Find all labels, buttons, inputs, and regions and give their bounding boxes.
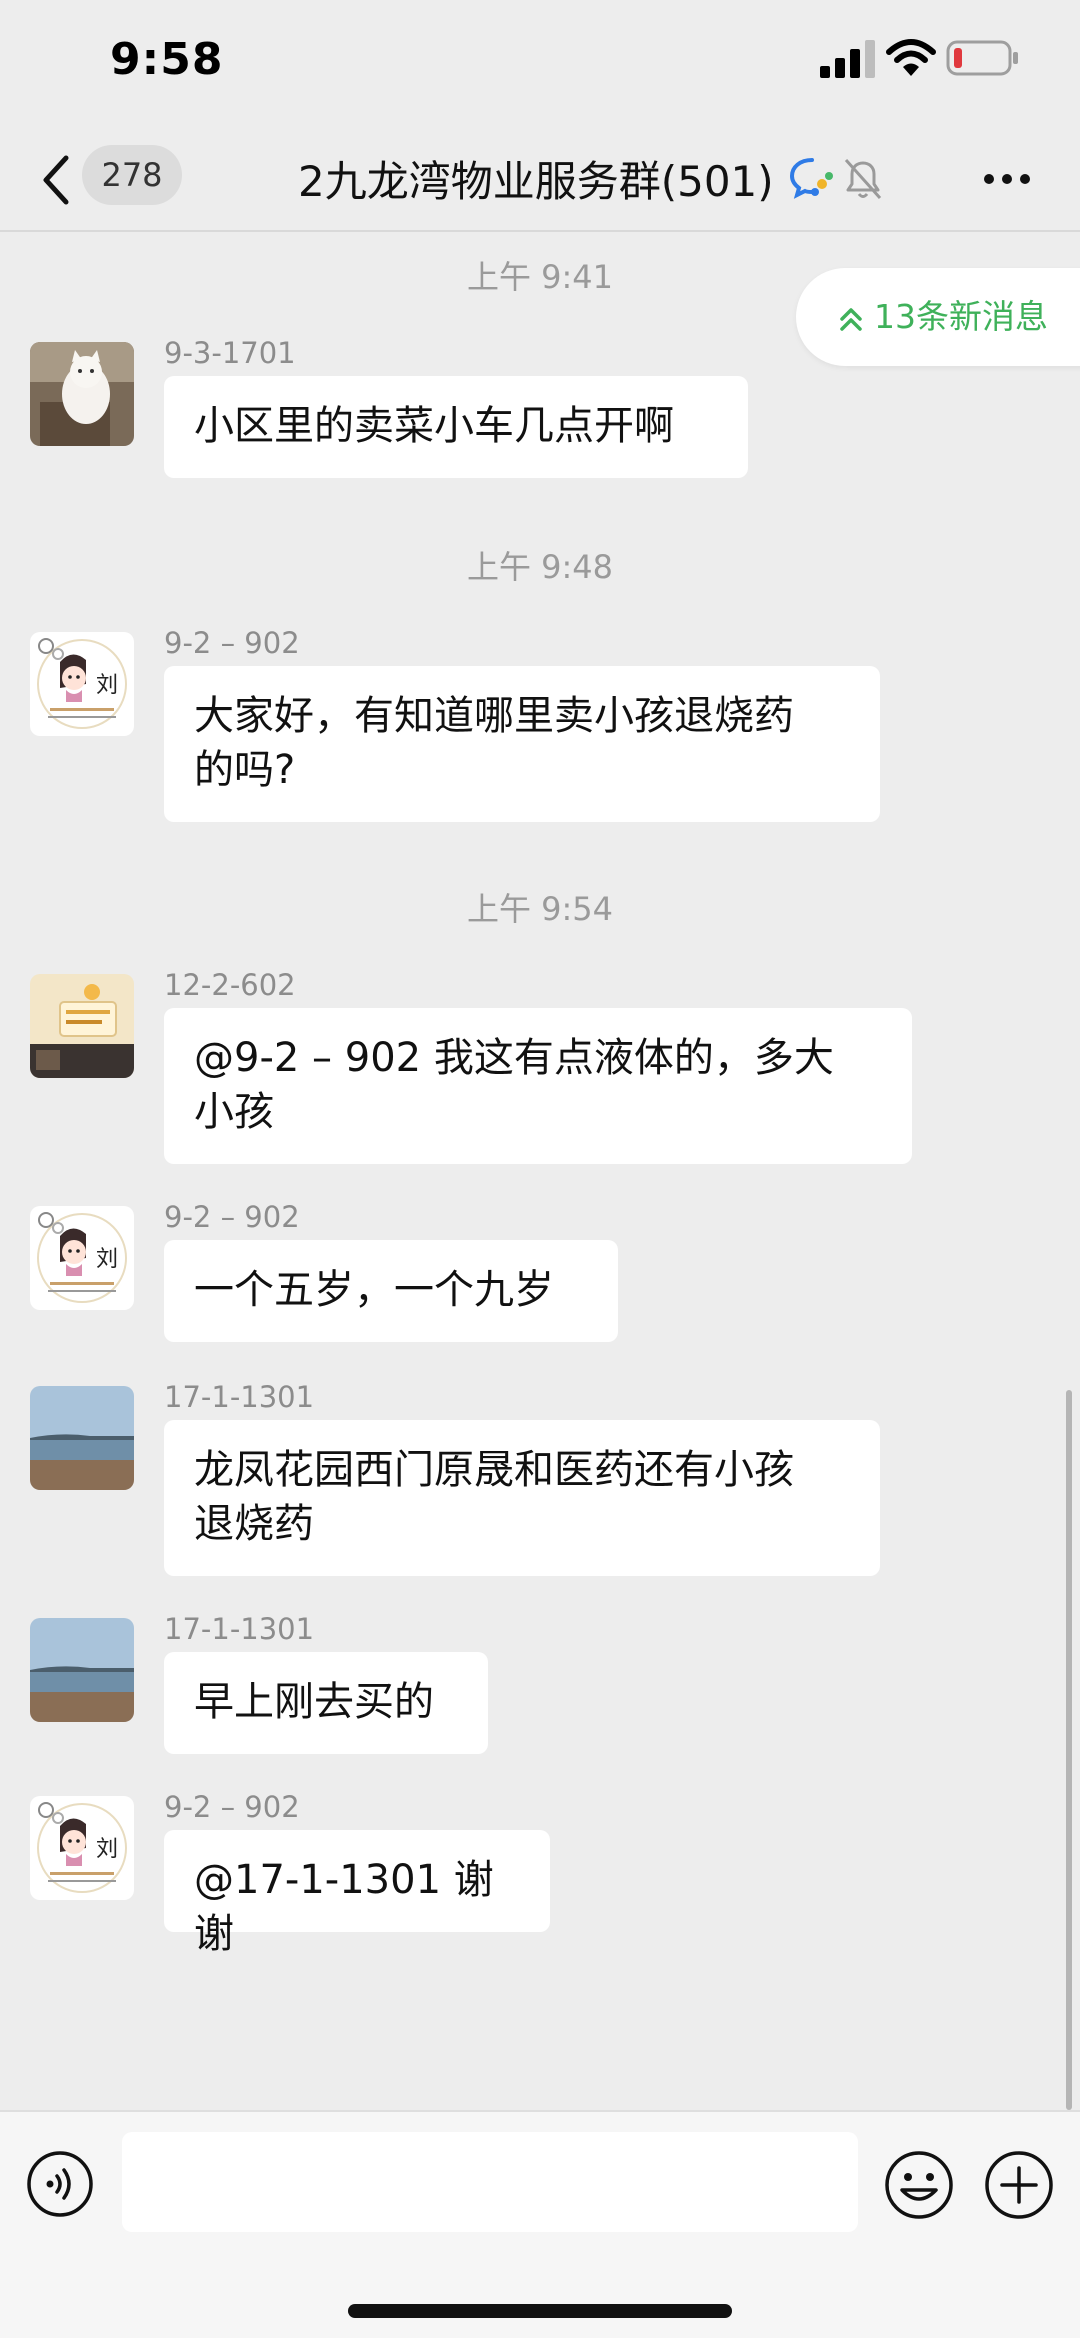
- message-text: 小孩: [194, 1089, 274, 1135]
- message-text: 龙凤花园西门原晟和医药还有小孩: [194, 1447, 794, 1493]
- message-text: 的吗?: [194, 747, 296, 793]
- unread-count-badge[interactable]: 278: [82, 145, 182, 205]
- message-bubble[interactable]: 一个五岁，一个九岁: [164, 1240, 618, 1342]
- seaside-avatar[interactable]: [30, 1386, 134, 1490]
- status-time: 9:58: [110, 34, 224, 85]
- message-bubble[interactable]: @17-1-1301 谢谢: [164, 1830, 550, 1957]
- message-bubble[interactable]: 大家好，有知道哪里卖小孩退烧药 的吗?: [164, 666, 880, 822]
- back-icon[interactable]: [36, 150, 76, 210]
- voice-icon[interactable]: [26, 2150, 94, 2218]
- seaside-avatar[interactable]: [30, 1618, 134, 1722]
- message-text: @17-1-1301 谢谢: [194, 1857, 494, 1957]
- sender-name: 9-2 – 902: [164, 1200, 300, 1234]
- plus-icon[interactable]: [984, 2150, 1054, 2220]
- new-messages-label: 13条新消息: [874, 297, 1048, 336]
- sender-name: 9-2 – 902: [164, 626, 300, 660]
- wifi-icon: [886, 39, 936, 76]
- double-chevron-up-icon: [840, 307, 862, 331]
- cartoon-girl-avatar[interactable]: 刘: [30, 1796, 134, 1900]
- svg-text:刘: 刘: [96, 1837, 118, 1862]
- message-bubble[interactable]: 小区里的卖菜小车几点开啊: [164, 376, 748, 478]
- signal-icon: [820, 40, 875, 78]
- cartoon-girl-avatar[interactable]: 刘: [30, 632, 134, 736]
- sender-name: 17-1-1301: [164, 1612, 315, 1646]
- message-text: @9-2 – 902 我这有点液体的，多大: [194, 1035, 834, 1081]
- svg-text:刘: 刘: [96, 1247, 118, 1272]
- photo-avatar[interactable]: [30, 974, 134, 1078]
- sender-name: 17-1-1301: [164, 1380, 315, 1414]
- message-bubble[interactable]: @9-2 – 902 我这有点液体的，多大 小孩: [164, 1008, 912, 1164]
- message-text: 早上刚去买的: [194, 1679, 434, 1725]
- mute-bell-icon: [844, 158, 882, 200]
- wecom-icon: [789, 158, 833, 199]
- scrollbar[interactable]: [1066, 1390, 1072, 2110]
- timestamp: 上午 9:48: [466, 548, 614, 586]
- message-bubble[interactable]: 龙凤花园西门原晟和医药还有小孩 退烧药: [164, 1420, 880, 1576]
- cat-avatar[interactable]: [30, 342, 134, 446]
- status-bar: 9:58: [0, 0, 1080, 120]
- message-bubble[interactable]: 早上刚去买的: [164, 1652, 488, 1754]
- home-indicator: [348, 2304, 732, 2318]
- message-text: 退烧药: [194, 1501, 314, 1547]
- message-text: 一个五岁，一个九岁: [194, 1267, 554, 1313]
- chat-title: 2九龙湾物业服务群(501): [298, 157, 774, 206]
- sender-name: 12-2-602: [164, 968, 296, 1002]
- new-messages-button[interactable]: 13条新消息: [796, 268, 1080, 366]
- message-input[interactable]: [122, 2132, 858, 2232]
- battery-low-icon: [946, 40, 1018, 76]
- sender-name: 9-2 – 902: [164, 1790, 300, 1824]
- message-text: 小区里的卖菜小车几点开啊: [194, 403, 674, 449]
- timestamp: 上午 9:54: [466, 890, 614, 928]
- chat-header: 278 2九龙湾物业服务群(501): [0, 130, 1080, 230]
- emoji-icon[interactable]: [884, 2150, 954, 2220]
- cartoon-girl-avatar[interactable]: 刘: [30, 1206, 134, 1310]
- svg-text:刘: 刘: [96, 673, 118, 698]
- header-divider: [0, 230, 1080, 232]
- more-icon[interactable]: [982, 164, 1032, 194]
- message-text: 大家好，有知道哪里卖小孩退烧药: [194, 693, 794, 739]
- sender-name: 9-3-1701: [164, 336, 296, 370]
